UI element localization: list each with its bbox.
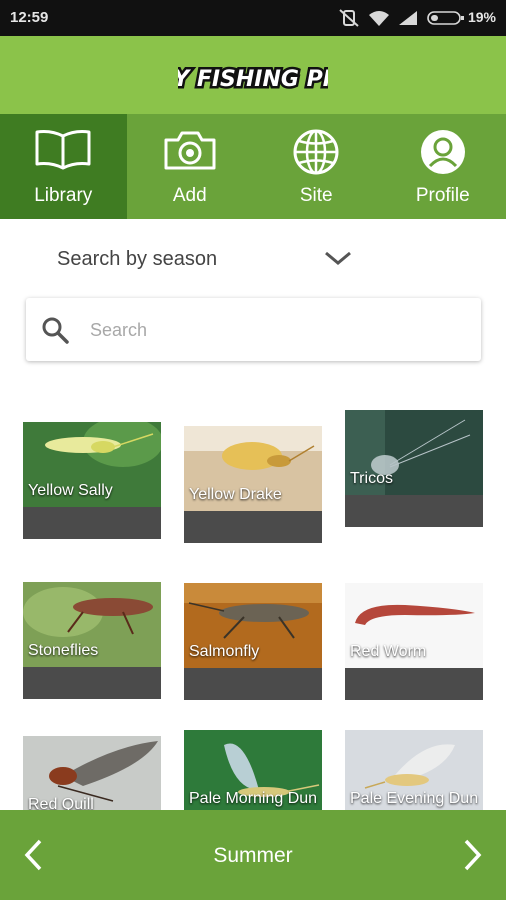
wifi-icon — [369, 11, 389, 26]
book-icon — [35, 130, 91, 170]
vibrate-off-icon — [339, 9, 359, 27]
current-season: Summer — [213, 844, 293, 867]
insect-grid: Yellow Sally Yellow Drake Tricos Stonefl… — [0, 400, 506, 810]
card-footer — [23, 507, 161, 539]
tab-label-profile: Profile — [415, 185, 470, 206]
insect-name: Yellow Drake — [189, 486, 282, 503]
insect-card-tricos[interactable]: Tricos — [345, 410, 483, 527]
season-dropdown[interactable]: Search by season — [40, 236, 370, 280]
tab-library[interactable]: Library — [0, 114, 127, 219]
card-footer — [345, 668, 483, 700]
card-footer — [23, 667, 161, 699]
chevron-right-icon[interactable] — [456, 838, 486, 872]
insect-card-red-quill[interactable]: Red Quill — [23, 736, 161, 810]
battery-percent: 19% — [467, 9, 496, 25]
user-icon — [420, 130, 465, 174]
search-input[interactable]: Search — [90, 320, 147, 341]
app-header: FLY FISHING PRO — [0, 36, 506, 114]
tab-label-add: Add — [172, 185, 207, 206]
search-icon — [42, 317, 69, 344]
season-dropdown-label: Search by season — [57, 248, 218, 270]
tab-label-site: Site — [299, 185, 333, 206]
insect-name: Red Worm — [350, 643, 427, 660]
signal-icon — [399, 11, 417, 25]
insect-name: Salmonfly — [189, 643, 260, 660]
insect-card-salmonfly[interactable]: Salmonfly — [184, 583, 322, 700]
insect-card-yellow-sally[interactable]: Yellow Sally — [23, 422, 161, 539]
tab-site[interactable]: Site — [253, 114, 380, 219]
card-footer — [184, 668, 322, 700]
card-footer — [345, 495, 483, 527]
insect-card-stoneflies[interactable]: Stoneflies — [23, 582, 161, 699]
season-navigator: Summer — [0, 810, 506, 900]
insect-card-pale-morning-dun[interactable]: Pale Morning Dun — [184, 730, 322, 810]
chevron-down-icon — [325, 251, 351, 265]
camera-icon — [164, 131, 216, 170]
insect-card-yellow-drake[interactable]: Yellow Drake — [184, 426, 322, 543]
globe-icon — [293, 129, 339, 175]
insect-card-red-worm[interactable]: Red Worm — [345, 583, 483, 700]
tab-add[interactable]: Add — [127, 114, 254, 219]
status-bar: 12:59 19% — [0, 0, 506, 36]
insect-name: Red Quill — [28, 796, 94, 810]
battery-icon — [427, 11, 464, 25]
tab-label-library: Library — [34, 185, 93, 206]
tab-bar: Library Add Site Profile — [0, 114, 506, 219]
insect-name: Stoneflies — [28, 642, 99, 659]
insect-card-pale-evening-dun[interactable]: Pale Evening Dun — [345, 730, 483, 810]
insect-name: Pale Evening Dun — [350, 790, 479, 807]
search-box[interactable]: Search — [26, 298, 481, 361]
svg-text:FLY FISHING PRO: FLY FISHING PRO — [178, 67, 328, 92]
insect-name: Yellow Sally — [28, 482, 113, 499]
tab-profile[interactable]: Profile — [380, 114, 506, 219]
fly-fishing-pro-logo: FLY FISHING PRO — [178, 65, 328, 95]
card-footer — [184, 511, 322, 543]
insect-name: Tricos — [350, 470, 393, 487]
status-time: 12:59 — [10, 9, 49, 26]
insect-name: Pale Morning Dun — [189, 790, 318, 807]
